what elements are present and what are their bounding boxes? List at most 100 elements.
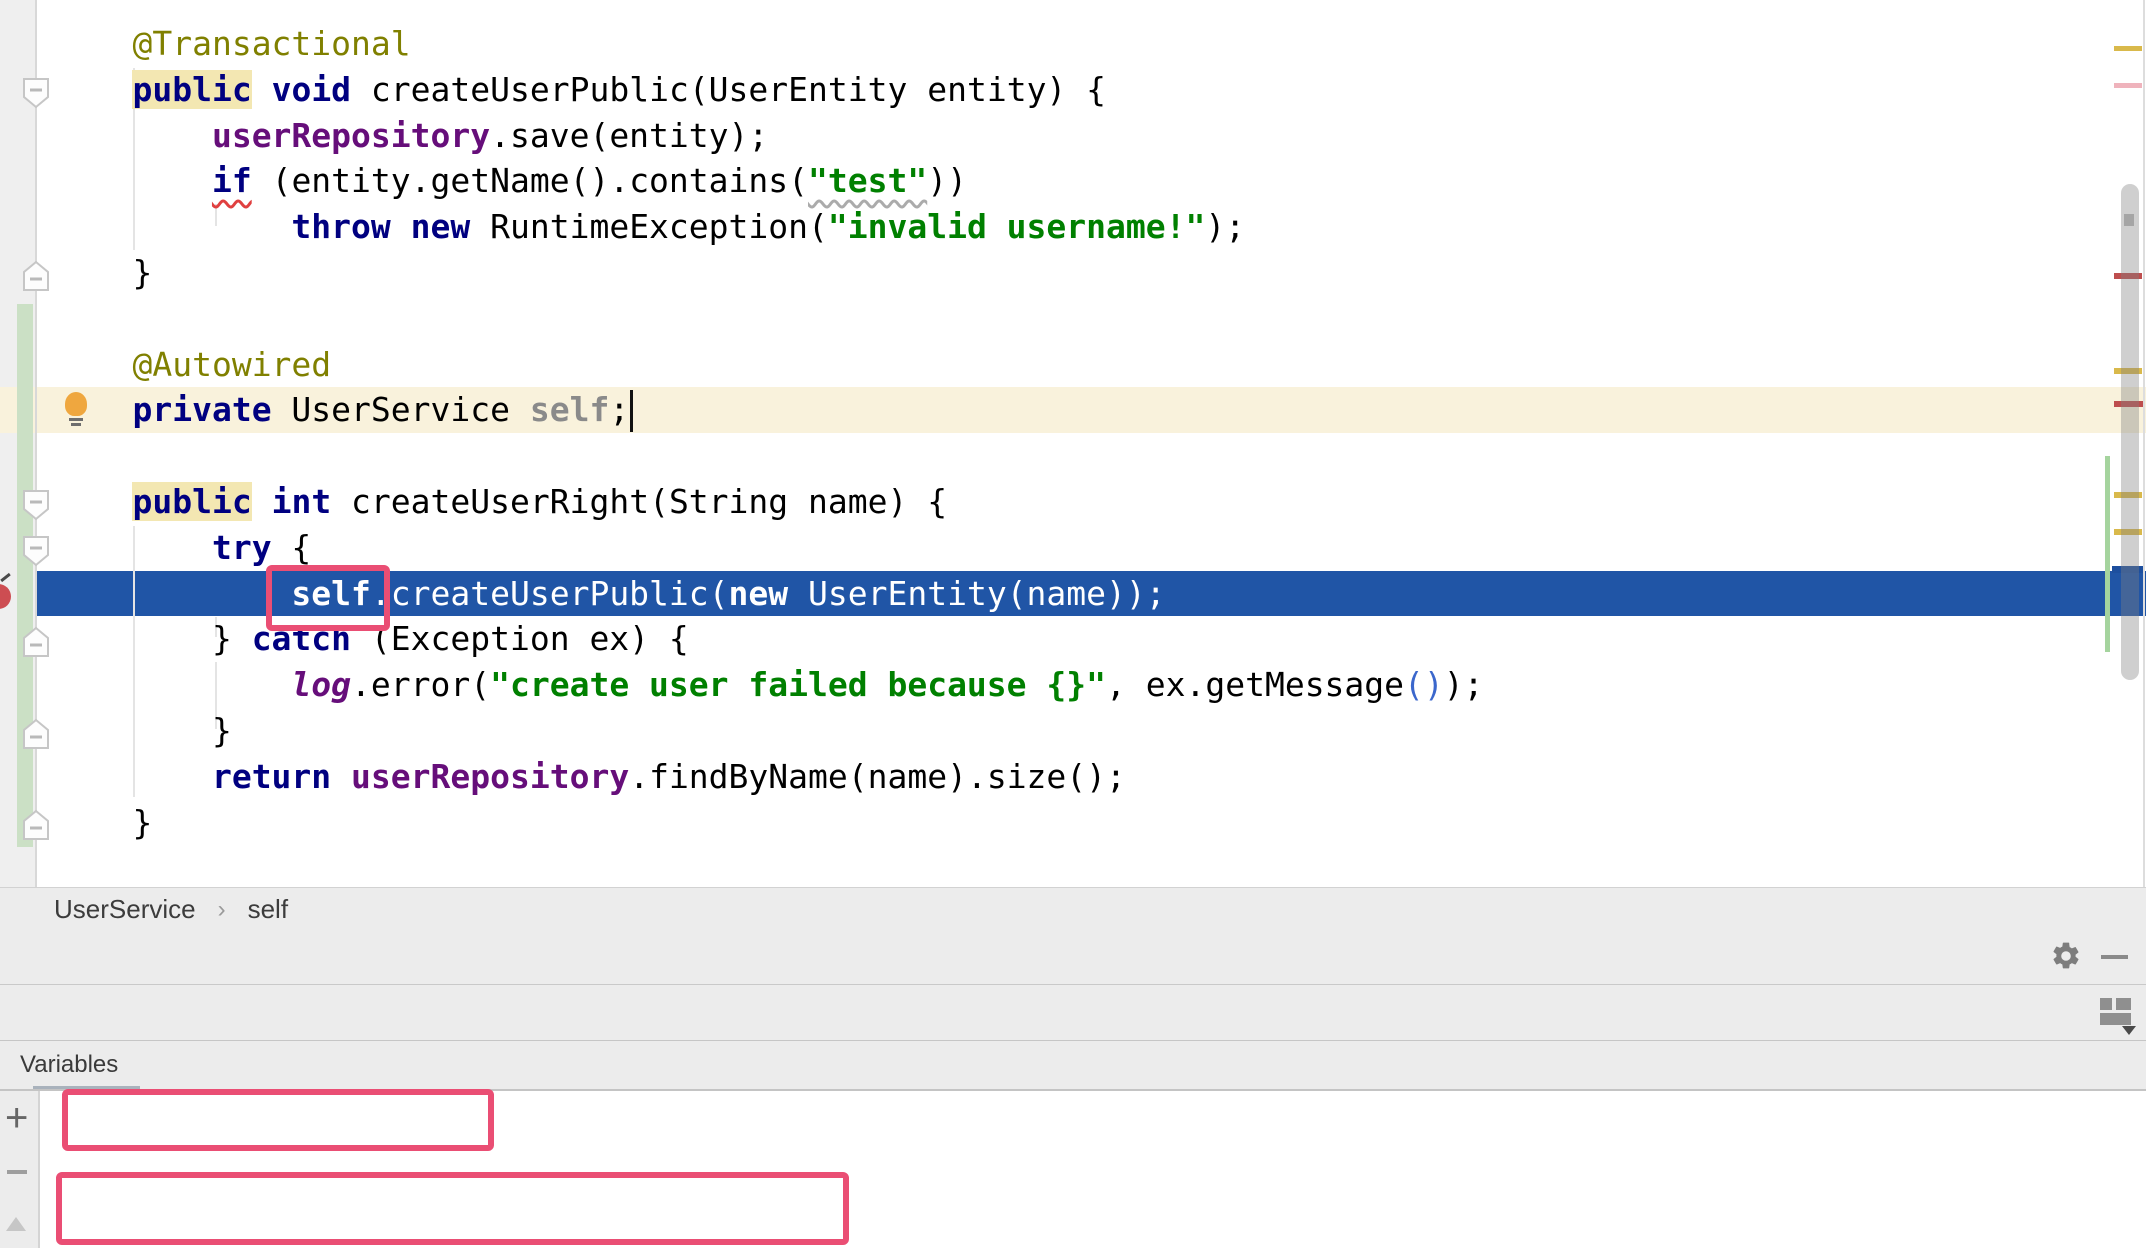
code-line: public void createUserPublic(UserEntity … <box>53 67 1106 113</box>
code-token: "create user failed because {}" <box>490 665 1106 704</box>
code-token <box>53 116 212 155</box>
code-token: createUserRight(String name) { <box>331 482 947 521</box>
stripe-marker[interactable] <box>2114 46 2142 51</box>
code-token <box>391 207 411 246</box>
self-variable-annotation-box <box>56 1172 849 1245</box>
code-line: } <box>53 800 152 846</box>
code-token: UserService <box>272 390 530 429</box>
code-token <box>53 757 212 796</box>
chevron-right-icon: › <box>218 896 226 924</box>
variables-tab-label[interactable]: Variables <box>20 1051 118 1079</box>
code-line: @Transactional <box>53 21 411 67</box>
code-token: ; <box>609 390 629 429</box>
fold-collapse-icon[interactable] <box>22 489 50 521</box>
code-token: (entity.getName().contains( <box>252 161 808 200</box>
code-token <box>53 528 212 567</box>
editor-scrollbar[interactable] <box>2121 184 2139 680</box>
code-token: self <box>530 390 609 429</box>
code-token <box>53 665 291 704</box>
self-annotation-box <box>266 565 390 631</box>
code-line: private UserService self; <box>53 387 629 433</box>
code-token: .findByName(name).size(); <box>629 757 1126 796</box>
code-token: "invalid username!" <box>828 207 1206 246</box>
remove-watch-button[interactable] <box>7 1170 27 1174</box>
code-token: throw <box>291 207 390 246</box>
code-token <box>53 345 132 384</box>
code-token: public <box>132 70 251 109</box>
code-token: createUserPublic(UserEntity entity) { <box>351 70 1106 109</box>
code-token: try <box>212 528 272 567</box>
code-token: new <box>729 574 789 613</box>
code-token: () <box>1404 665 1444 704</box>
code-token: ); <box>1444 665 1484 704</box>
fold-expand-icon[interactable] <box>22 809 50 841</box>
code-token: private <box>132 390 271 429</box>
restore-layout-icon[interactable] <box>2100 996 2140 1034</box>
code-token: .error( <box>351 665 490 704</box>
breadcrumb-member[interactable]: self <box>248 894 288 925</box>
fold-guide-line <box>35 0 37 887</box>
code-line: if (entity.getName().contains("test")) <box>53 158 967 204</box>
code-token <box>53 70 132 109</box>
code-token: return <box>212 757 331 796</box>
code-editor[interactable]: @Transactional public void createUserPub… <box>0 0 2146 887</box>
code-token: .save(entity); <box>490 116 768 155</box>
code-token: , ex.getMessage <box>1106 665 1404 704</box>
code-token: .createUserPublic( <box>371 574 729 613</box>
change-stripe <box>2105 456 2110 652</box>
code-token: @Transactional <box>132 24 410 63</box>
code-token: userRepository <box>212 116 490 155</box>
code-token: { <box>272 528 312 567</box>
breadcrumb-class[interactable]: UserService <box>54 894 196 925</box>
code-token: } <box>53 619 252 658</box>
intention-lightbulb-icon[interactable] <box>64 392 88 432</box>
fold-collapse-icon[interactable] <box>22 535 50 567</box>
code-token: new <box>411 207 471 246</box>
add-watch-button[interactable]: + <box>5 1098 28 1138</box>
code-token <box>252 482 272 521</box>
this-annotation-box <box>62 1089 494 1151</box>
code-line: return userRepository.findByName(name).s… <box>53 754 1126 800</box>
scroll-up-icon[interactable] <box>6 1217 26 1231</box>
stripe-marker[interactable] <box>2114 83 2142 88</box>
code-line: userRepository.save(entity); <box>53 113 768 159</box>
code-token: } <box>53 253 152 292</box>
hide-panel-icon[interactable] <box>2101 955 2128 959</box>
fold-expand-icon[interactable] <box>22 718 50 750</box>
code-token <box>53 482 132 521</box>
code-line: @Autowired <box>53 342 331 388</box>
text-caret <box>630 390 633 432</box>
code-token: )) <box>927 161 967 200</box>
code-line: log.error("create user failed because {}… <box>53 662 1484 708</box>
code-token <box>252 70 272 109</box>
code-token <box>53 207 291 246</box>
code-token: userRepository <box>351 757 629 796</box>
code-token <box>53 574 291 613</box>
code-token: "test" <box>808 161 927 200</box>
code-token: int <box>272 482 332 521</box>
code-token: (Exception ex) { <box>351 619 689 658</box>
ide-debug-screen: @Transactional public void createUserPub… <box>0 0 2146 1248</box>
code-token: public <box>132 482 251 521</box>
code-token: } <box>53 803 152 842</box>
fold-expand-icon[interactable] <box>22 626 50 658</box>
code-token: void <box>272 70 351 109</box>
layout-settings-row <box>0 985 2146 1041</box>
code-token: } <box>53 711 232 750</box>
code-token: ); <box>1205 207 1245 246</box>
code-token: UserEntity(name)); <box>788 574 1166 613</box>
fold-expand-icon[interactable] <box>22 260 50 292</box>
dropdown-arrow-icon <box>2122 1026 2136 1035</box>
code-token: if <box>212 161 252 200</box>
code-token: log <box>291 665 351 704</box>
code-line: } <box>53 250 152 296</box>
code-token: RuntimeException( <box>470 207 828 246</box>
code-token <box>53 24 132 63</box>
code-line: } <box>53 708 232 754</box>
gear-icon[interactable] <box>2050 940 2082 972</box>
fold-collapse-icon[interactable] <box>22 77 50 109</box>
code-token <box>331 757 351 796</box>
code-token: @Autowired <box>132 345 331 384</box>
editor-right-border <box>2143 0 2145 887</box>
breadcrumb: UserService › self <box>0 887 2146 932</box>
